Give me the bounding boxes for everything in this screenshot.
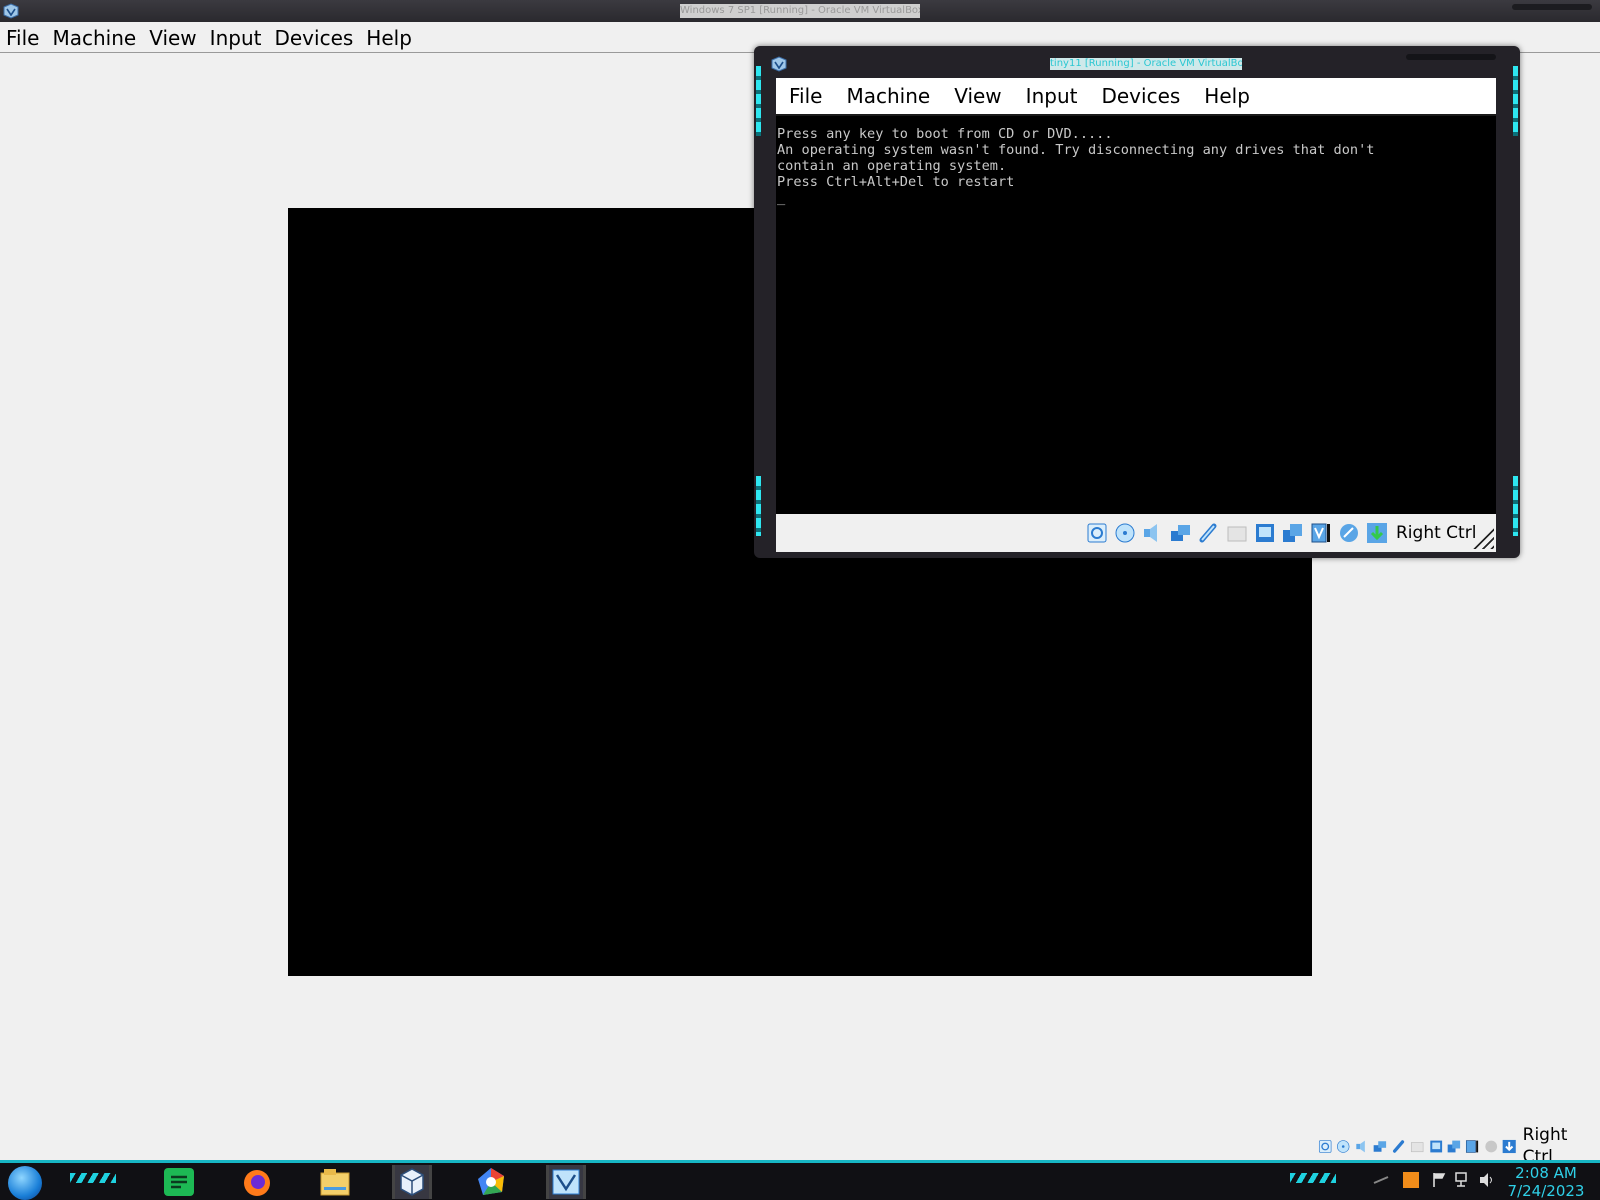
outer-menu-machine[interactable]: Machine — [46, 24, 143, 52]
frame-accent — [756, 476, 761, 536]
inner-title-bar[interactable]: tiny11 [Running] - Oracle VM VirtualBox — [766, 52, 1508, 74]
inner-vm-display[interactable]: Press any key to boot from CD or DVD....… — [776, 116, 1496, 514]
shared-folders-icon[interactable] — [1226, 522, 1248, 544]
network-icon[interactable] — [1373, 1139, 1387, 1154]
host-key-arrow-icon[interactable] — [1366, 522, 1388, 544]
outer-window-title: Windows 7 SP1 [Running] - Oracle VM Virt… — [680, 4, 920, 18]
boot-message: Press any key to boot from CD or DVD....… — [777, 126, 1375, 206]
frame-accent — [1513, 476, 1518, 536]
virtualbox-vm-icon[interactable] — [546, 1165, 586, 1199]
shared-folders-icon[interactable] — [1410, 1139, 1424, 1154]
mouse-integration-icon[interactable] — [1484, 1139, 1498, 1154]
tray-app-icon[interactable] — [1402, 1171, 1420, 1189]
inner-status-bar: Right Ctrl — [776, 514, 1496, 552]
outer-menu-devices[interactable]: Devices — [268, 24, 360, 52]
firefox-icon[interactable] — [240, 1165, 274, 1199]
taskbar-decoration — [70, 1173, 116, 1183]
audio-icon[interactable] — [1142, 522, 1164, 544]
display-icon[interactable] — [1254, 522, 1276, 544]
optical-drive-icon[interactable] — [1336, 1139, 1350, 1154]
recording-icon[interactable] — [1282, 522, 1304, 544]
audio-icon[interactable] — [1355, 1139, 1369, 1154]
spotify-icon[interactable] — [162, 1165, 196, 1199]
tray-arrow-icon[interactable] — [1372, 1171, 1390, 1189]
mouse-integration-icon[interactable] — [1338, 522, 1360, 544]
clock-time: 2:08 AM — [1515, 1164, 1577, 1182]
outer-menu-file[interactable]: File — [0, 24, 46, 52]
inner-menu-devices[interactable]: Devices — [1088, 78, 1191, 114]
file-explorer-icon[interactable] — [318, 1165, 352, 1199]
device-status-icons — [1086, 521, 1394, 545]
taskbar: 2:08 AM 7/24/2023 — [0, 1160, 1600, 1200]
clock-date: 7/24/2023 — [1507, 1182, 1585, 1200]
virtualbox-icon — [771, 56, 787, 72]
hard-disk-icon[interactable] — [1086, 522, 1108, 544]
display-icon[interactable] — [1429, 1139, 1443, 1154]
usb-icon[interactable] — [1392, 1139, 1406, 1154]
outer-title-bar[interactable]: Windows 7 SP1 [Running] - Oracle VM Virt… — [0, 0, 1600, 22]
system-clock[interactable]: 2:08 AM 7/24/2023 — [1498, 1164, 1594, 1200]
recording-icon[interactable] — [1447, 1139, 1461, 1154]
network-icon[interactable] — [1170, 522, 1192, 544]
inner-virtualbox-window: tiny11 [Running] - Oracle VM VirtualBox … — [754, 46, 1520, 558]
volume-icon[interactable] — [1478, 1171, 1496, 1189]
host-key-label: Right Ctrl — [1396, 523, 1477, 543]
virtualization-icon[interactable] — [1465, 1139, 1479, 1154]
inner-menu-bar: File Machine View Input Devices Help — [776, 78, 1496, 116]
inner-window-controls[interactable] — [1406, 54, 1496, 60]
outer-menu-help[interactable]: Help — [360, 24, 419, 52]
chrome-icon[interactable] — [474, 1165, 508, 1199]
action-center-flag-icon[interactable] — [1430, 1171, 1448, 1189]
frame-accent — [756, 66, 761, 136]
outer-window-controls[interactable] — [1512, 4, 1592, 10]
hard-disk-icon[interactable] — [1318, 1139, 1332, 1154]
inner-menu-input[interactable]: Input — [1013, 78, 1089, 114]
inner-menu-help[interactable]: Help — [1191, 78, 1261, 114]
virtualization-icon[interactable] — [1310, 522, 1332, 544]
outer-status-bar: Right Ctrl — [1318, 1125, 1600, 1167]
usb-icon[interactable] — [1198, 522, 1220, 544]
virtualbox-icon — [3, 3, 19, 19]
frame-accent — [1513, 66, 1518, 136]
network-tray-icon[interactable] — [1454, 1171, 1472, 1189]
host-key-arrow-icon[interactable] — [1502, 1139, 1516, 1154]
inner-menu-file[interactable]: File — [776, 78, 833, 114]
virtualbox-icon[interactable] — [392, 1165, 432, 1199]
outer-menu-view[interactable]: View — [143, 24, 203, 52]
inner-menu-machine[interactable]: Machine — [833, 78, 941, 114]
taskbar-decoration — [1290, 1173, 1336, 1183]
inner-menu-view[interactable]: View — [941, 78, 1012, 114]
inner-window-title: tiny11 [Running] - Oracle VM VirtualBox — [1050, 58, 1242, 70]
start-button[interactable] — [8, 1166, 42, 1200]
optical-drive-icon[interactable] — [1114, 522, 1136, 544]
outer-menu-input[interactable]: Input — [204, 24, 269, 52]
